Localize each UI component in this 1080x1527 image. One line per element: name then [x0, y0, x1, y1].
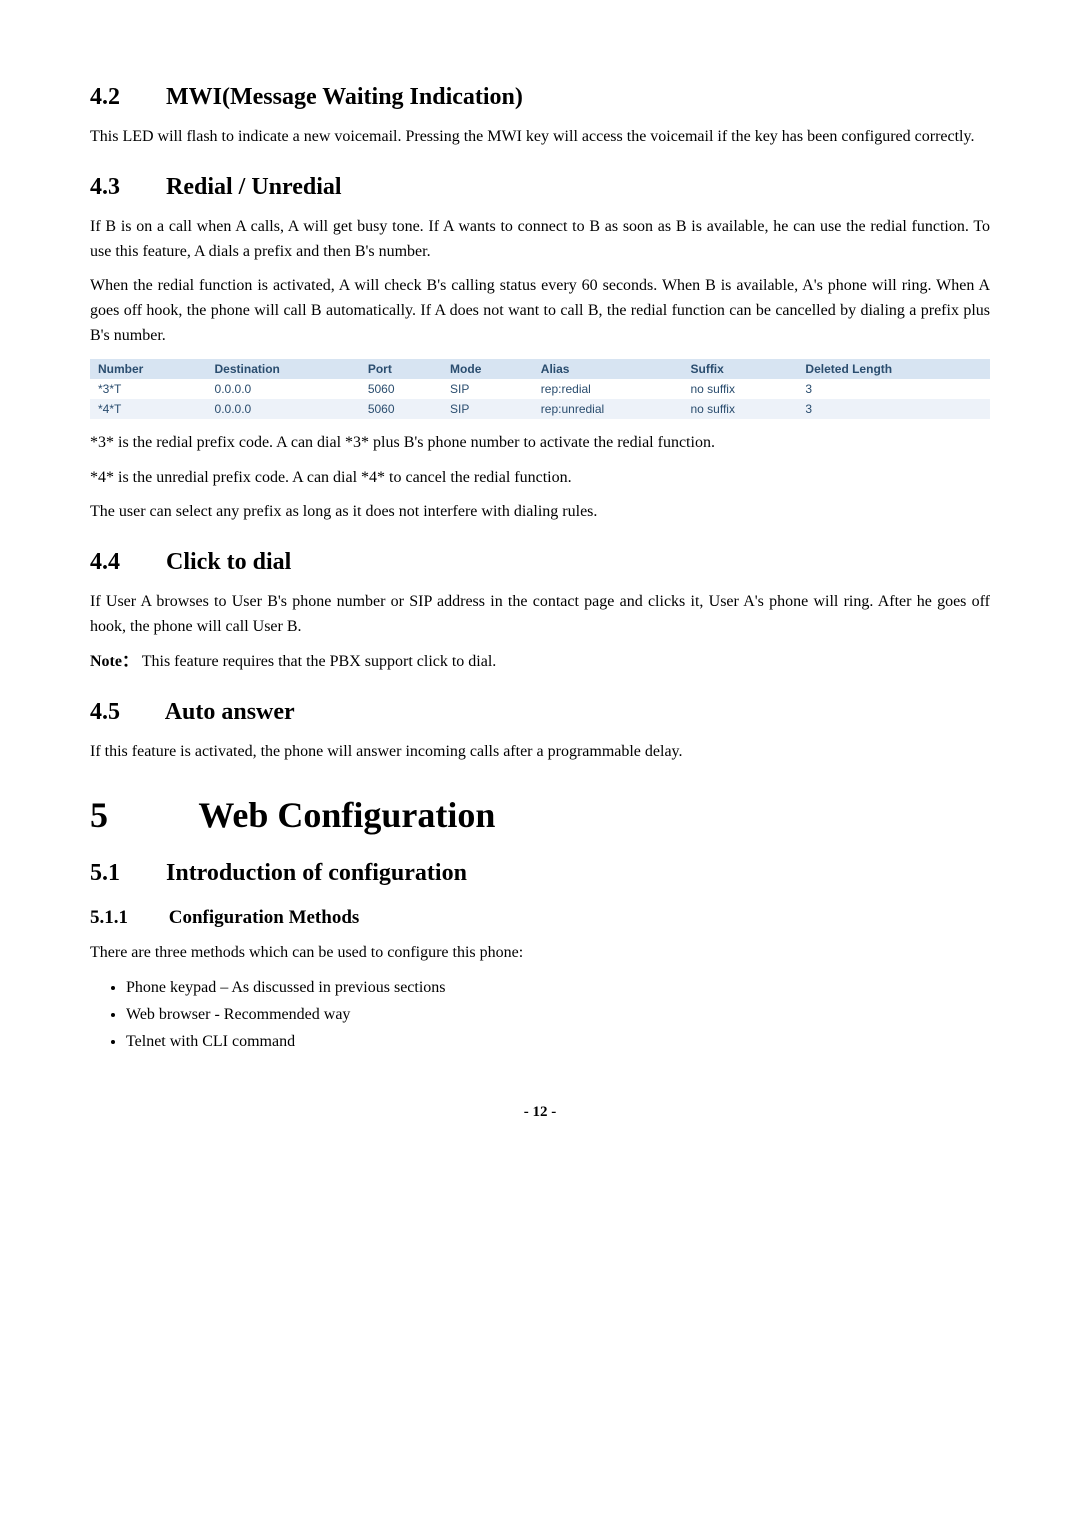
col-deleted-length: Deleted Length — [797, 359, 990, 379]
section-4-4-number: 4.4 — [90, 549, 160, 576]
page-number: - 12 - — [90, 1104, 990, 1121]
section-4-3-paragraph-3: *3* is the redial prefix code. A can dia… — [90, 431, 990, 456]
section-4-2-paragraph: This LED will flash to indicate a new vo… — [90, 125, 990, 150]
cell-mode: SIP — [442, 399, 533, 419]
cell-suffix: no suffix — [682, 379, 797, 399]
chapter-5-number: 5 — [90, 794, 190, 836]
section-4-2-heading: 4.2 MWI(Message Waiting Indication) — [90, 84, 990, 111]
section-5-1-1-heading: 5.1.1 Configuration Methods — [90, 907, 990, 929]
section-4-3-paragraph-1: If B is on a call when A calls, A will g… — [90, 215, 990, 265]
note-label: Note： — [90, 653, 138, 670]
cell-deleted-length: 3 — [797, 379, 990, 399]
section-4-4-paragraph-1: If User A browses to User B's phone numb… — [90, 590, 990, 640]
section-4-2-title: MWI(Message Waiting Indication) — [166, 84, 523, 110]
table-row: *4*T 0.0.0.0 5060 SIP rep:unredial no su… — [90, 399, 990, 419]
section-4-5-heading: 4.5 Auto answer — [90, 699, 990, 726]
cell-alias: rep:unredial — [533, 399, 683, 419]
section-4-3-paragraph-4: *4* is the unredial prefix code. A can d… — [90, 466, 990, 491]
cell-suffix: no suffix — [682, 399, 797, 419]
col-alias: Alias — [533, 359, 683, 379]
cell-destination: 0.0.0.0 — [207, 399, 360, 419]
cell-number: *4*T — [90, 399, 207, 419]
config-methods-list: Phone keypad – As discussed in previous … — [90, 976, 990, 1054]
chapter-5-heading: 5 Web Configuration — [90, 794, 990, 836]
list-item: Phone keypad – As discussed in previous … — [126, 976, 990, 1000]
section-4-5-number: 4.5 — [90, 699, 160, 726]
cell-deleted-length: 3 — [797, 399, 990, 419]
section-4-5-title: Auto answer — [165, 699, 295, 725]
section-5-1-number: 5.1 — [90, 860, 160, 887]
note-text: This feature requires that the PBX suppo… — [142, 653, 497, 670]
col-destination: Destination — [207, 359, 360, 379]
cell-destination: 0.0.0.0 — [207, 379, 360, 399]
table-row: *3*T 0.0.0.0 5060 SIP rep:redial no suff… — [90, 379, 990, 399]
section-5-1-1-paragraph: There are three methods which can be use… — [90, 941, 990, 966]
cell-port: 5060 — [360, 399, 442, 419]
table-header-row: Number Destination Port Mode Alias Suffi… — [90, 359, 990, 379]
section-4-3-number: 4.3 — [90, 174, 160, 201]
col-suffix: Suffix — [682, 359, 797, 379]
cell-port: 5060 — [360, 379, 442, 399]
section-4-3-heading: 4.3 Redial / Unredial — [90, 174, 990, 201]
cell-number: *3*T — [90, 379, 207, 399]
section-4-5-paragraph: If this feature is activated, the phone … — [90, 740, 990, 765]
chapter-5-title: Web Configuration — [198, 795, 495, 835]
section-5-1-title: Introduction of configuration — [166, 860, 467, 886]
cell-alias: rep:redial — [533, 379, 683, 399]
list-item: Web browser - Recommended way — [126, 1003, 990, 1027]
section-4-4-note: Note： This feature requires that the PBX… — [90, 650, 990, 675]
section-4-2-number: 4.2 — [90, 84, 160, 111]
section-4-4-heading: 4.4 Click to dial — [90, 549, 990, 576]
section-4-3-paragraph-2: When the redial function is activated, A… — [90, 274, 990, 348]
col-number: Number — [90, 359, 207, 379]
section-5-1-1-title: Configuration Methods — [169, 907, 360, 928]
section-4-3-paragraph-5: The user can select any prefix as long a… — [90, 500, 990, 525]
section-5-1-1-number: 5.1.1 — [90, 907, 164, 929]
col-port: Port — [360, 359, 442, 379]
list-item: Telnet with CLI command — [126, 1030, 990, 1054]
cell-mode: SIP — [442, 379, 533, 399]
col-mode: Mode — [442, 359, 533, 379]
section-5-1-heading: 5.1 Introduction of configuration — [90, 860, 990, 887]
redial-prefix-table: Number Destination Port Mode Alias Suffi… — [90, 359, 990, 419]
section-4-3-title: Redial / Unredial — [166, 174, 342, 200]
section-4-4-title: Click to dial — [166, 549, 291, 575]
